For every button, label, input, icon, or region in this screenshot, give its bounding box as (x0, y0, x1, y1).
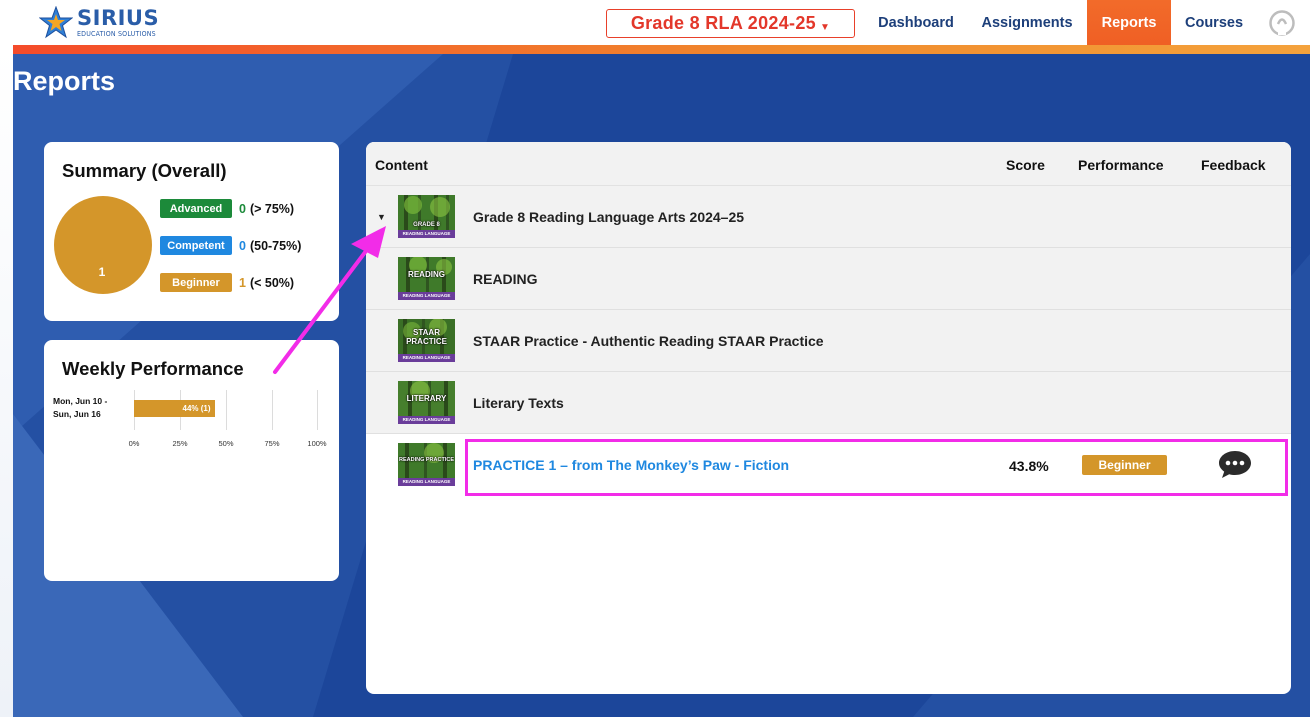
gridline (272, 390, 273, 430)
weekly-bar-chart: 44% (1) 0% 25% 50% 75% 100% (129, 390, 327, 450)
beginner-badge: Beginner (160, 273, 232, 292)
row-title[interactable]: READING (473, 271, 538, 287)
course-thumbnail: GRADE 8 READING LANGUAGE ARTS (398, 195, 455, 238)
thumbnail-label: READING (408, 270, 445, 279)
advanced-range: (> 75%) (249, 201, 295, 216)
header-score: Score (1006, 157, 1045, 173)
table-row[interactable]: LITERARY READING LANGUAGE ARTS Literary … (366, 372, 1291, 434)
thumbnail-label: STAAR PRACTICE (406, 327, 447, 346)
star-logo-icon (39, 6, 73, 39)
user-avatar-icon[interactable] (1269, 10, 1295, 36)
thumbnail-label: GRADE 8 (413, 222, 440, 228)
nav-dashboard[interactable]: Dashboard (866, 0, 966, 46)
tick-label: 100% (307, 439, 327, 448)
weekly-performance-card: Weekly Performance Mon, Jun 10 - Sun, Ju… (44, 340, 339, 581)
row-title[interactable]: Grade 8 Reading Language Arts 2024–25 (473, 209, 744, 225)
competent-badge: Competent (160, 236, 232, 255)
legend-beginner: Beginner 1 (< 50%) (160, 273, 294, 292)
pie-slice-beginner (54, 196, 152, 294)
row-title[interactable]: STAAR Practice - Authentic Reading STAAR… (473, 333, 824, 349)
advanced-badge: Advanced (160, 199, 232, 218)
course-selector[interactable]: Grade 8 RLA 2024-25 ▼ (606, 9, 855, 38)
legend-competent: Competent 0 (50-75%) (160, 236, 301, 255)
tick-label: 50% (218, 439, 234, 448)
pie-slice-label: 1 (99, 265, 106, 279)
table-row[interactable]: ▼ GRADE 8 READING LANGUAGE ARTS Grade 8 … (366, 186, 1291, 248)
week-range-start: Mon, Jun 10 - (53, 396, 108, 406)
thumbnail-band: READING LANGUAGE ARTS (398, 230, 455, 238)
weekly-bar[interactable]: 44% (1) (134, 400, 215, 417)
course-thumbnail: LITERARY READING LANGUAGE ARTS (398, 381, 455, 424)
summary-title: Summary (Overall) (62, 160, 227, 181)
header-feedback: Feedback (1201, 157, 1266, 173)
thumbnail-band: READING LANGUAGE ARTS (398, 354, 455, 362)
course-thumbnail: STAAR PRACTICE READING LANGUAGE ARTS (398, 319, 455, 362)
week-range-label: Mon, Jun 10 - Sun, Jun 16 (53, 395, 107, 421)
gridline (317, 390, 318, 430)
summary-card: Summary (Overall) 1 Advanced 0 (> 75%) C… (44, 142, 339, 321)
assignment-thumbnail: READING PRACTICE READING LANGUAGE ARTS (398, 443, 455, 486)
header-accent-stripe (13, 45, 1310, 54)
nav-courses[interactable]: Courses (1174, 0, 1254, 46)
content-table: Content Score Performance Feedback ▼ GRA… (366, 142, 1291, 694)
beginner-range: (< 50%) (249, 275, 295, 290)
thumbnail-label: LITERARY (406, 394, 447, 403)
nav-assignments[interactable]: Assignments (972, 0, 1082, 46)
nav-reports[interactable]: Reports (1087, 0, 1171, 46)
thumbnail-band: READING LANGUAGE ARTS (398, 478, 455, 486)
gridline (226, 390, 227, 430)
beginner-count: 1 (239, 275, 246, 290)
thumbnail-band: READING LANGUAGE ARTS (398, 292, 455, 300)
logo-subtitle: EDUCATION SOLUTIONS (77, 30, 156, 38)
thumbnail-label: READING PRACTICE (398, 457, 454, 463)
advanced-count: 0 (239, 201, 246, 216)
table-header: Content Score Performance Feedback (366, 142, 1291, 186)
table-row[interactable]: READING READING LANGUAGE ARTS READING (366, 248, 1291, 310)
competent-range: (50-75%) (249, 238, 302, 253)
week-range-end: Sun, Jun 16 (53, 409, 101, 419)
header-content: Content (375, 157, 428, 173)
tick-label: 75% (264, 439, 280, 448)
chevron-down-icon: ▼ (819, 22, 831, 33)
left-edge (0, 46, 13, 717)
competent-count: 0 (239, 238, 246, 253)
logo-name: SIRIUS (77, 6, 160, 30)
summary-pie-chart: 1 (54, 196, 152, 294)
course-thumbnail: READING READING LANGUAGE ARTS (398, 257, 455, 300)
weekly-title: Weekly Performance (62, 358, 244, 379)
course-selector-label: Grade 8 RLA 2024-25 (630, 13, 816, 33)
page-title: Reports (13, 66, 116, 96)
highlight-box (465, 439, 1288, 496)
header-performance: Performance (1078, 157, 1164, 173)
sirius-logo[interactable]: SIRIUS EDUCATION SOLUTIONS (39, 6, 159, 40)
thumbnail-band: READING LANGUAGE ARTS (398, 416, 455, 424)
table-row[interactable]: STAAR PRACTICE READING LANGUAGE ARTS STA… (366, 310, 1291, 372)
tick-label: 0% (128, 439, 140, 448)
row-title[interactable]: Literary Texts (473, 395, 564, 411)
legend-advanced: Advanced 0 (> 75%) (160, 199, 294, 218)
collapse-caret-icon[interactable]: ▼ (377, 212, 386, 222)
tick-label: 25% (172, 439, 188, 448)
